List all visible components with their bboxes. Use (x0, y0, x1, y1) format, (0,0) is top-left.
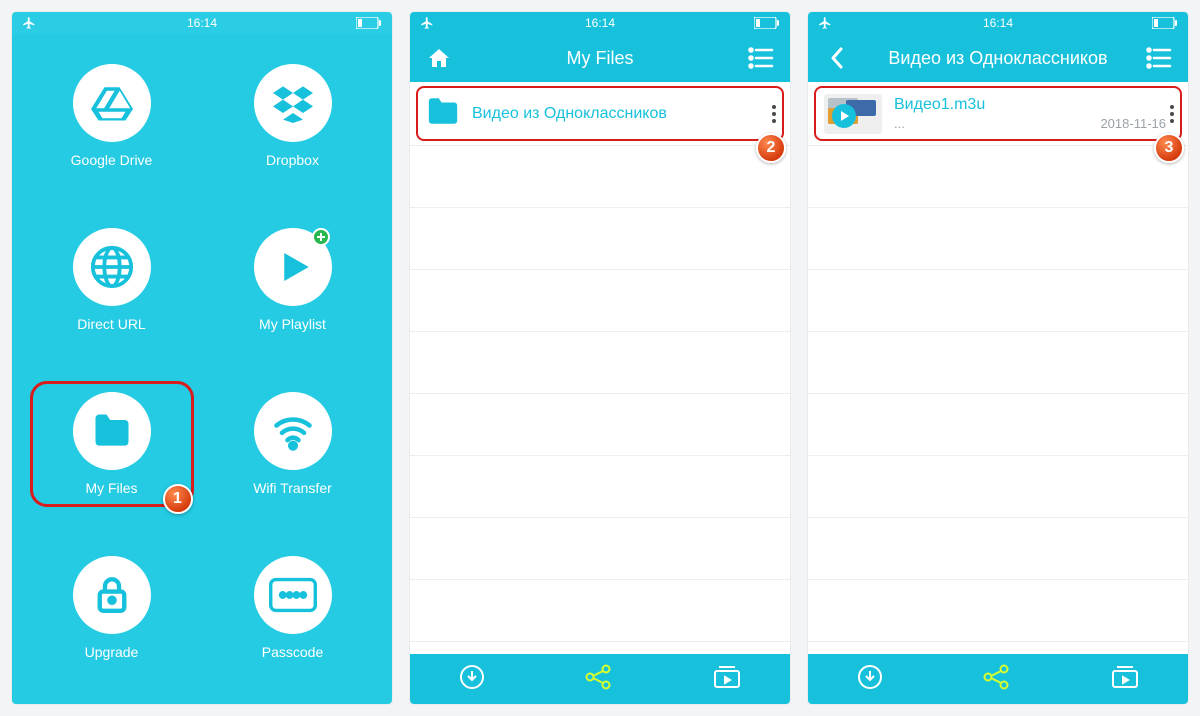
add-badge-icon (312, 228, 330, 246)
bottom-bar (808, 654, 1188, 704)
status-time: 16:14 (585, 16, 615, 30)
nav-title: My Files (456, 48, 744, 69)
airplane-mode-icon (22, 16, 36, 30)
file-list: Видео из Одноклассников 2 (410, 82, 790, 654)
status-bar: 16:14 (410, 12, 790, 34)
folder-icon (73, 392, 151, 470)
play-overlay-icon (832, 104, 856, 128)
battery-icon (356, 17, 382, 29)
grid-label: Direct URL (77, 316, 145, 332)
phone-screen-myfiles: 16:14 My Files Видео из Одноклассников 2 (410, 12, 790, 704)
player-tab-icon[interactable] (713, 665, 741, 694)
empty-row (808, 394, 1188, 456)
battery-icon (754, 17, 780, 29)
share-tab-icon[interactable] (584, 664, 614, 695)
grid-item-my-playlist[interactable]: My Playlist (218, 228, 368, 332)
back-button[interactable] (820, 46, 854, 70)
grid-item-google-drive[interactable]: Google Drive (37, 64, 187, 168)
empty-row (808, 208, 1188, 270)
airplane-mode-icon (818, 16, 832, 30)
lock-icon (73, 556, 151, 634)
status-bar: 16:14 (808, 12, 1188, 34)
grid-item-upgrade[interactable]: Upgrade (37, 556, 187, 660)
status-time: 16:14 (187, 16, 217, 30)
share-tab-icon[interactable] (982, 664, 1012, 695)
phone-screen-folder: 16:14 Видео из Одноклассников Видео1.m3u… (808, 12, 1188, 704)
nav-bar: Видео из Одноклассников (808, 34, 1188, 82)
phone-screen-home: 16:14 Google Drive Dropbox (12, 12, 392, 704)
file-date: 2018-11-16 (1100, 116, 1166, 131)
folder-icon (426, 96, 460, 131)
step-badge-1: 1 (163, 484, 193, 514)
menu-list-button[interactable] (744, 47, 778, 69)
file-name: Видео1.m3u (894, 96, 1166, 114)
empty-row (410, 394, 790, 456)
empty-row (410, 456, 790, 518)
video-thumbnail (824, 94, 882, 134)
airplane-mode-icon (420, 16, 434, 30)
status-bar: 16:14 (12, 12, 392, 34)
wifi-icon (254, 392, 332, 470)
download-tab-icon[interactable] (459, 664, 485, 695)
grid-label: Passcode (262, 644, 323, 660)
grid-item-dropbox[interactable]: Dropbox (218, 64, 368, 168)
nav-bar: My Files (410, 34, 790, 82)
file-list: Видео1.m3u ... 2018-11-16 3 (808, 82, 1188, 654)
step-badge-2: 2 (756, 133, 786, 163)
menu-list-button[interactable] (1142, 47, 1176, 69)
grid-item-my-files[interactable]: My Files 1 (37, 388, 187, 500)
download-tab-icon[interactable] (857, 664, 883, 695)
step-badge-3: 3 (1154, 133, 1184, 163)
empty-row (808, 146, 1188, 208)
empty-row (410, 332, 790, 394)
empty-row (808, 518, 1188, 580)
empty-row (410, 208, 790, 270)
file-size: ... (894, 116, 905, 131)
grid-label: Google Drive (71, 152, 153, 168)
grid-label: Upgrade (85, 644, 139, 660)
empty-row (808, 580, 1188, 642)
grid-item-direct-url[interactable]: Direct URL (37, 228, 187, 332)
passcode-icon (254, 556, 332, 634)
status-time: 16:14 (983, 16, 1013, 30)
grid-label: Wifi Transfer (253, 480, 332, 496)
grid-label: My Playlist (259, 316, 326, 332)
bottom-bar (410, 654, 790, 704)
kebab-icon[interactable] (1166, 105, 1178, 123)
empty-row (410, 518, 790, 580)
google-drive-icon (73, 64, 151, 142)
grid-label: Dropbox (266, 152, 319, 168)
globe-icon (73, 228, 151, 306)
empty-row (410, 580, 790, 642)
kebab-icon[interactable] (768, 105, 780, 123)
dropbox-icon (254, 64, 332, 142)
battery-icon (1152, 17, 1178, 29)
home-grid: Google Drive Dropbox Direct URL (12, 34, 392, 704)
home-button[interactable] (422, 46, 456, 70)
grid-item-wifi-transfer[interactable]: Wifi Transfer (218, 392, 368, 496)
player-tab-icon[interactable] (1111, 665, 1139, 694)
grid-item-passcode[interactable]: Passcode (218, 556, 368, 660)
folder-name: Видео из Одноклассников (472, 105, 768, 123)
folder-row[interactable]: Видео из Одноклассников 2 (410, 82, 790, 146)
grid-label: My Files (85, 480, 137, 496)
empty-row (808, 456, 1188, 518)
empty-row (808, 332, 1188, 394)
video-file-row[interactable]: Видео1.m3u ... 2018-11-16 3 (808, 82, 1188, 146)
play-icon (254, 228, 332, 306)
nav-title: Видео из Одноклассников (854, 48, 1142, 69)
empty-row (410, 270, 790, 332)
empty-row (410, 146, 790, 208)
empty-row (808, 270, 1188, 332)
